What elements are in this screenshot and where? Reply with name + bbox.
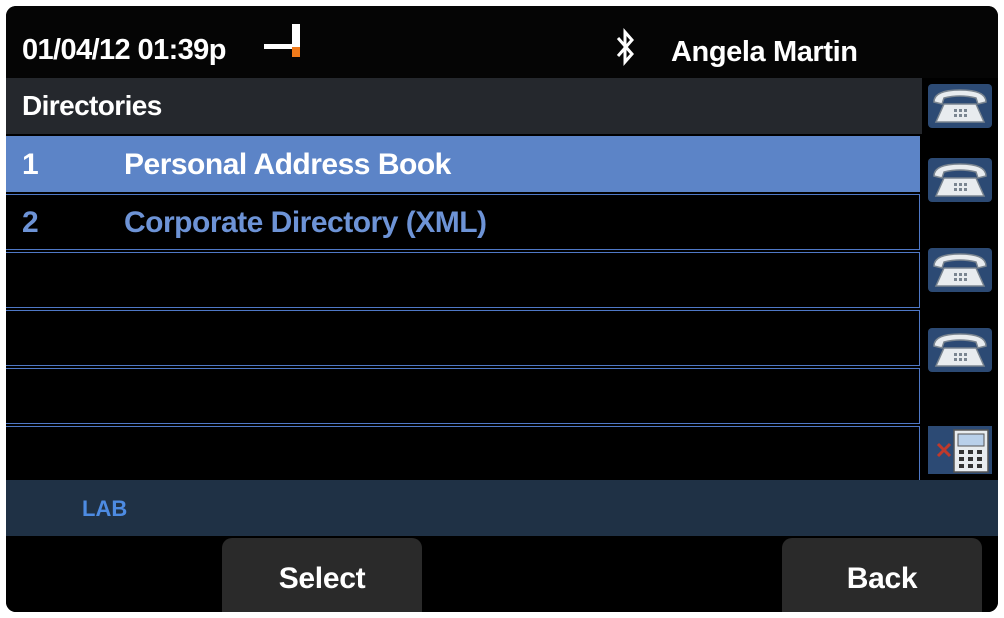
line-phone-icon[interactable] [926, 156, 994, 204]
list-item-personal-address-book[interactable]: 1 Personal Address Book [6, 136, 920, 192]
footer-label: LAB [82, 496, 128, 521]
phone-screen: 01/04/12 01:39p Angela Martin Directorie… [6, 6, 998, 612]
footer-status-bar: LAB [6, 480, 998, 536]
page-title: Directories [22, 90, 162, 121]
bluetooth-icon [616, 28, 634, 66]
list-item-empty [6, 368, 920, 424]
user-name: Angela Martin [671, 36, 858, 68]
page-title-bar: Directories [6, 78, 922, 134]
list-item-corporate-directory[interactable]: 2 Corporate Directory (XML) [6, 194, 920, 250]
status-bar: 01/04/12 01:39p Angela Martin [6, 6, 998, 78]
handset-status-icon [264, 24, 300, 57]
directory-list: Directories 1 Personal Address Book 2 Co… [6, 78, 922, 482]
select-button[interactable]: Select [222, 538, 422, 612]
list-item-label: Personal Address Book [124, 148, 451, 181]
line-phone-icon[interactable] [926, 82, 994, 130]
softkey-bar: Select Back [6, 536, 998, 612]
list-item-number: 2 [22, 206, 39, 239]
back-button[interactable]: Back [782, 538, 982, 612]
date-time: 01/04/12 01:39p [22, 34, 226, 66]
list-item-empty [6, 426, 920, 482]
list-item-empty [6, 310, 920, 366]
list-item-number: 1 [22, 148, 39, 181]
keypad-x-icon[interactable] [926, 426, 994, 474]
line-phone-icon[interactable] [926, 326, 994, 374]
list-item-label: Corporate Directory (XML) [124, 206, 487, 239]
line-phone-icon[interactable] [926, 246, 994, 294]
list-item-empty [6, 252, 920, 308]
